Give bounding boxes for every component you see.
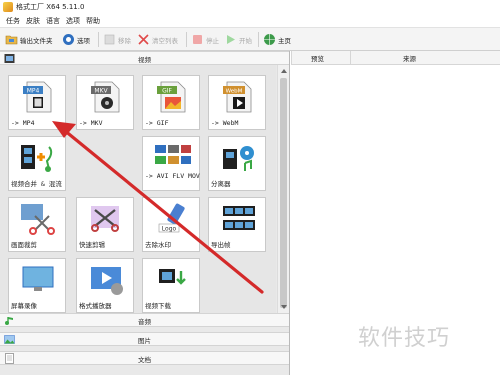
mkv-file-icon: MKV bbox=[91, 81, 120, 113]
webm-file-icon: WebM bbox=[223, 81, 252, 113]
toolbar: 输出文件夹 选项 移除 清空列表 停止 开始 主页 bbox=[0, 27, 500, 51]
menu-options[interactable]: 选项 bbox=[66, 16, 80, 26]
window-title: 格式工厂 X64 5.11.0 bbox=[16, 3, 85, 11]
tile-quick-clip[interactable]: 快速剪辑 bbox=[76, 197, 134, 252]
tile-format-player[interactable]: 格式播放器 bbox=[76, 258, 134, 313]
column-divider bbox=[291, 51, 292, 65]
remove-watermark-icon: Logo bbox=[158, 203, 185, 233]
screen-record-icon bbox=[22, 266, 54, 291]
tile-export-frames[interactable]: 导出帧 bbox=[208, 197, 266, 252]
format-player-icon bbox=[91, 267, 123, 295]
crop-scissors-icon bbox=[21, 204, 55, 235]
start-button[interactable]: 开始 bbox=[224, 31, 252, 48]
tile-multi-format[interactable]: -> AVI FLV MOV Etc... bbox=[142, 136, 201, 191]
svg-text:Logo: Logo bbox=[162, 226, 177, 233]
column-source[interactable]: 来源 bbox=[403, 53, 416, 63]
tile-to-webm[interactable]: WebM -> WebM bbox=[208, 75, 266, 130]
column-divider bbox=[350, 51, 351, 65]
gif-file-icon: GIF bbox=[157, 81, 186, 113]
task-list-header: 预览 来源 bbox=[291, 51, 500, 65]
tile-label: 分离器 bbox=[211, 180, 231, 188]
toolbar-divider bbox=[258, 32, 259, 47]
output-folder-button[interactable]: 输出文件夹 bbox=[5, 31, 53, 48]
options-gear-icon bbox=[63, 34, 74, 45]
category-video[interactable]: 视频 bbox=[0, 51, 289, 65]
clear-list-icon bbox=[138, 34, 149, 45]
watermark-text: 软件技巧 bbox=[358, 326, 451, 351]
tile-label: 视频下载 bbox=[145, 302, 171, 310]
tile-to-mkv[interactable]: MKV -> MKV bbox=[76, 75, 134, 130]
tile-label: 快速剪辑 bbox=[79, 241, 105, 249]
tile-label: -> MKV bbox=[79, 119, 103, 127]
tile-splitter[interactable]: 分离器 bbox=[208, 136, 266, 191]
quick-clip-icon bbox=[91, 206, 119, 232]
tile-label: 格式播放器 bbox=[79, 302, 112, 310]
tile-label: -> WebM bbox=[211, 119, 239, 127]
tile-label: 画面裁剪 bbox=[11, 241, 37, 249]
menu-skin[interactable]: 皮肤 bbox=[26, 16, 40, 26]
home-globe-icon bbox=[264, 34, 275, 45]
tile-label: -> GIF bbox=[145, 119, 169, 127]
title-bar: 格式工厂 X64 5.11.0 bbox=[0, 0, 500, 14]
menu-help[interactable]: 帮助 bbox=[86, 16, 100, 26]
toolbar-divider bbox=[98, 32, 99, 47]
tile-to-mp4[interactable]: MP4 -> MP4 bbox=[8, 75, 66, 130]
menu-task[interactable]: 任务 bbox=[6, 16, 20, 26]
export-frames-icon bbox=[223, 206, 255, 230]
folder-icon bbox=[5, 35, 18, 45]
tile-label: 去除水印 bbox=[145, 241, 171, 249]
remove-icon bbox=[104, 34, 115, 45]
toolbar-divider bbox=[186, 32, 187, 47]
tile-label: 屏幕录像 bbox=[11, 302, 37, 310]
remove-button[interactable]: 移除 bbox=[103, 31, 131, 48]
svg-text:WebM: WebM bbox=[226, 89, 243, 95]
tile-label: -> MP4 bbox=[11, 119, 35, 127]
category-image[interactable]: 图片 bbox=[0, 332, 289, 346]
tile-video-download[interactable]: 视频下载 bbox=[142, 258, 200, 313]
svg-text:MKV: MKV bbox=[94, 88, 108, 95]
grid-scrollbar[interactable] bbox=[277, 65, 289, 313]
clear-list-button[interactable]: 清空列表 bbox=[137, 31, 178, 48]
svg-text:GIF: GIF bbox=[162, 88, 172, 95]
mp4-file-icon: MP4 bbox=[23, 81, 52, 113]
column-preview[interactable]: 预览 bbox=[311, 53, 324, 63]
tile-label: 导出帧 bbox=[211, 241, 231, 249]
tile-remove-watermark[interactable]: Logo 去除水印 bbox=[142, 197, 200, 252]
tile-video-merge[interactable]: 视频合并 & 混流 bbox=[8, 136, 66, 191]
play-icon bbox=[227, 35, 235, 44]
category-audio[interactable]: 音频 bbox=[0, 313, 289, 327]
tile-screen-record[interactable]: 屏幕录像 bbox=[8, 258, 66, 313]
splitter-icon bbox=[223, 146, 254, 171]
function-panel: 视频 MP4 -> MP4 MKV -> MKV GIF -> GIF WebM… bbox=[0, 51, 290, 375]
video-functions-grid: MP4 -> MP4 MKV -> MKV GIF -> GIF WebM ->… bbox=[0, 65, 276, 313]
video-download-icon bbox=[159, 269, 186, 285]
app-logo-icon bbox=[3, 2, 13, 12]
svg-text:MP4: MP4 bbox=[27, 88, 40, 95]
menu-bar: 任务 皮肤 语言 选项 帮助 bbox=[0, 14, 500, 27]
scroll-up-arrow-icon[interactable] bbox=[281, 69, 287, 73]
category-document[interactable]: 文档 bbox=[0, 351, 289, 365]
tile-label: -> AVI FLV MOV Etc... bbox=[145, 172, 201, 180]
video-merge-icon bbox=[21, 145, 53, 172]
stop-button[interactable]: 停止 bbox=[191, 31, 219, 48]
tile-to-gif[interactable]: GIF -> GIF bbox=[142, 75, 200, 130]
stop-icon bbox=[193, 35, 202, 44]
scroll-down-arrow-icon[interactable] bbox=[281, 305, 287, 309]
tile-label: 视频合并 & 混流 bbox=[11, 180, 62, 188]
multi-format-icon bbox=[155, 145, 191, 164]
options-button[interactable]: 选项 bbox=[62, 31, 90, 48]
menu-language[interactable]: 语言 bbox=[46, 16, 60, 26]
scroll-thumb[interactable] bbox=[280, 78, 287, 308]
tile-crop[interactable]: 画面裁剪 bbox=[8, 197, 66, 252]
home-button[interactable]: 主页 bbox=[263, 31, 291, 48]
